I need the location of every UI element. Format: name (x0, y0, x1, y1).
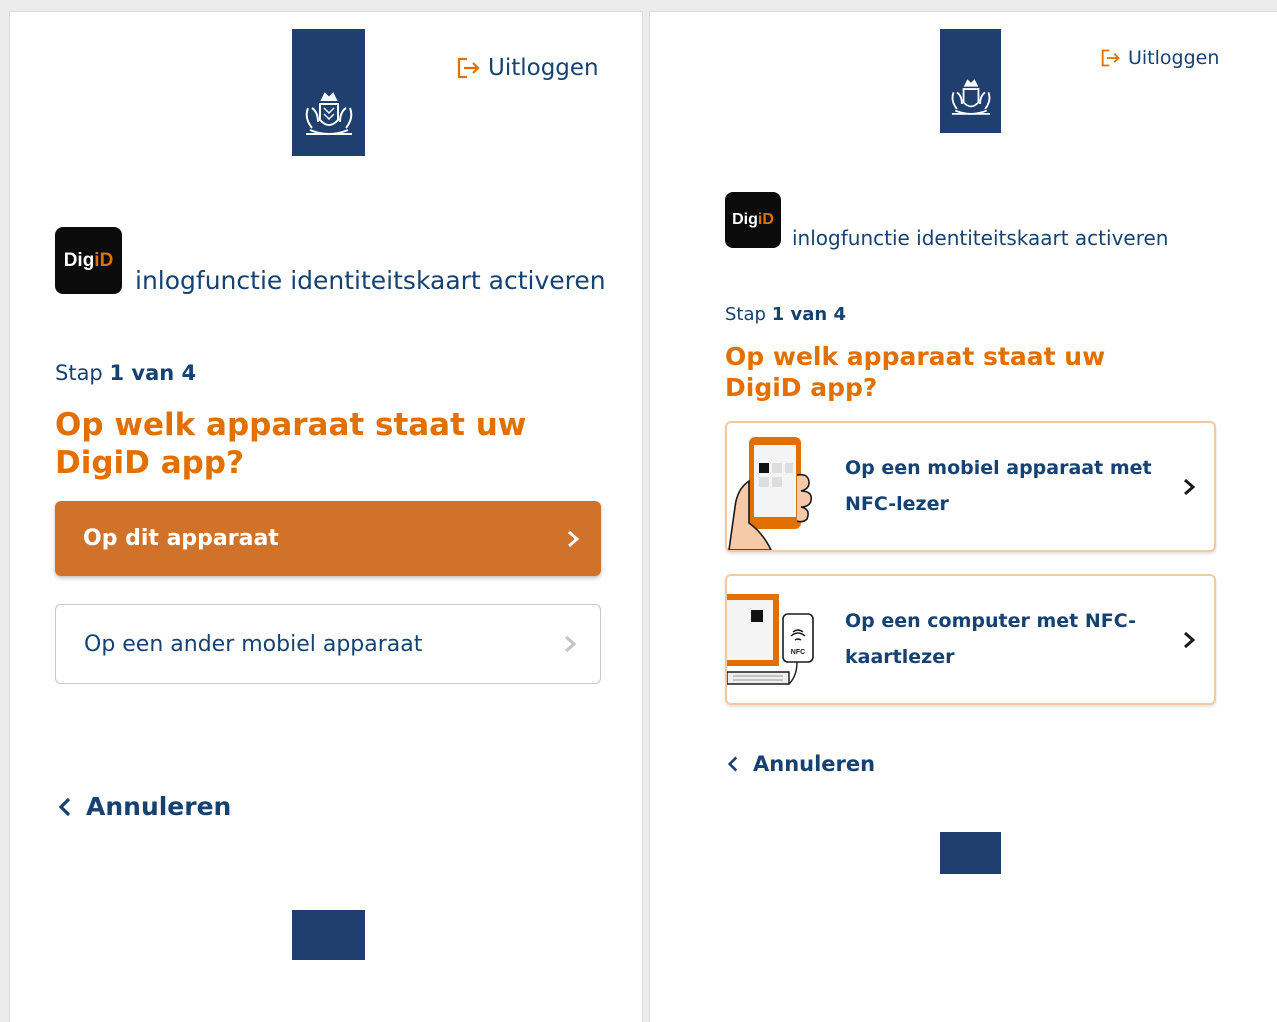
option-computer-nfc-card[interactable]: NFC Op een computer met NFC-kaartlezer (725, 574, 1216, 705)
flow-subtitle: inlogfunctie identiteitskaart activeren (135, 266, 606, 295)
step-prefix: Stap (725, 304, 766, 325)
logout-label: Uitloggen (1128, 47, 1220, 69)
rijksoverheid-logo (940, 29, 1001, 133)
coat-of-arms-icon (947, 77, 995, 121)
page-question: Op welk apparaat staat uw DigiD app? (55, 407, 527, 481)
digid-logo-id: iD (757, 211, 774, 228)
logout-label: Uitloggen (488, 55, 599, 81)
cancel-label: Annuleren (753, 752, 876, 776)
logout-link[interactable]: Uitloggen (456, 55, 599, 81)
chevron-right-icon (1182, 477, 1196, 497)
chevron-left-icon (727, 755, 739, 773)
rijksoverheid-logo (292, 29, 365, 156)
cancel-link[interactable]: Annuleren (727, 752, 875, 776)
step-indicator: Stap 1 van 4 (725, 304, 846, 325)
option-this-device-label: Op dit apparaat (83, 526, 279, 551)
cancel-label: Annuleren (86, 792, 232, 821)
chevron-right-icon (562, 634, 578, 654)
option-computer-nfc-label: Op een computer met NFC-kaartlezer (845, 610, 1137, 668)
step-prefix: Stap (55, 361, 103, 385)
digid-logo-dig: Dig (732, 211, 758, 228)
digid-logo: Dig iD (55, 227, 122, 294)
step-count: 1 van 4 (109, 361, 197, 385)
logout-icon (456, 56, 482, 80)
computer-nfc-reader-illustration-icon: NFC (726, 576, 845, 703)
footer-logo-block (940, 832, 1001, 874)
coat-of-arms-icon (300, 90, 358, 142)
option-this-device-button[interactable]: Op dit apparaat (55, 501, 601, 576)
digid-logo: Dig iD (725, 192, 781, 248)
digid-logo-id: iD (94, 249, 114, 271)
left-screen: Uitloggen Dig iD inlogfunctie identiteits… (10, 12, 642, 1022)
footer-logo-block (292, 910, 365, 960)
option-mobile-nfc-label: Op een mobiel apparaat met NFC-lezer (845, 457, 1152, 515)
flow-subtitle: inlogfunctie identiteitskaart activeren (792, 226, 1169, 250)
cancel-link[interactable]: Annuleren (58, 792, 231, 821)
digid-logo-dig: Dig (63, 249, 95, 271)
step-count: 1 van 4 (771, 304, 846, 325)
logout-link[interactable]: Uitloggen (1100, 47, 1219, 69)
option-other-device-button[interactable]: Op een ander mobiel apparaat (55, 604, 601, 684)
page-question: Op welk apparaat staat uw DigiD app? (725, 342, 1106, 402)
chevron-right-icon (565, 529, 581, 549)
option-mobile-nfc-card[interactable]: Op een mobiel apparaat met NFC-lezer (725, 421, 1216, 552)
step-indicator: Stap 1 van 4 (55, 361, 196, 385)
nfc-reader-text: NFC (791, 649, 805, 656)
phone-nfc-illustration-icon (727, 423, 845, 551)
chevron-left-icon (58, 796, 72, 818)
chevron-right-icon (1182, 630, 1196, 650)
logout-icon (1100, 48, 1122, 68)
option-other-device-label: Op een ander mobiel apparaat (84, 631, 423, 657)
right-screen: Uitloggen Dig iD inlogfunctie identiteits… (650, 12, 1277, 1022)
